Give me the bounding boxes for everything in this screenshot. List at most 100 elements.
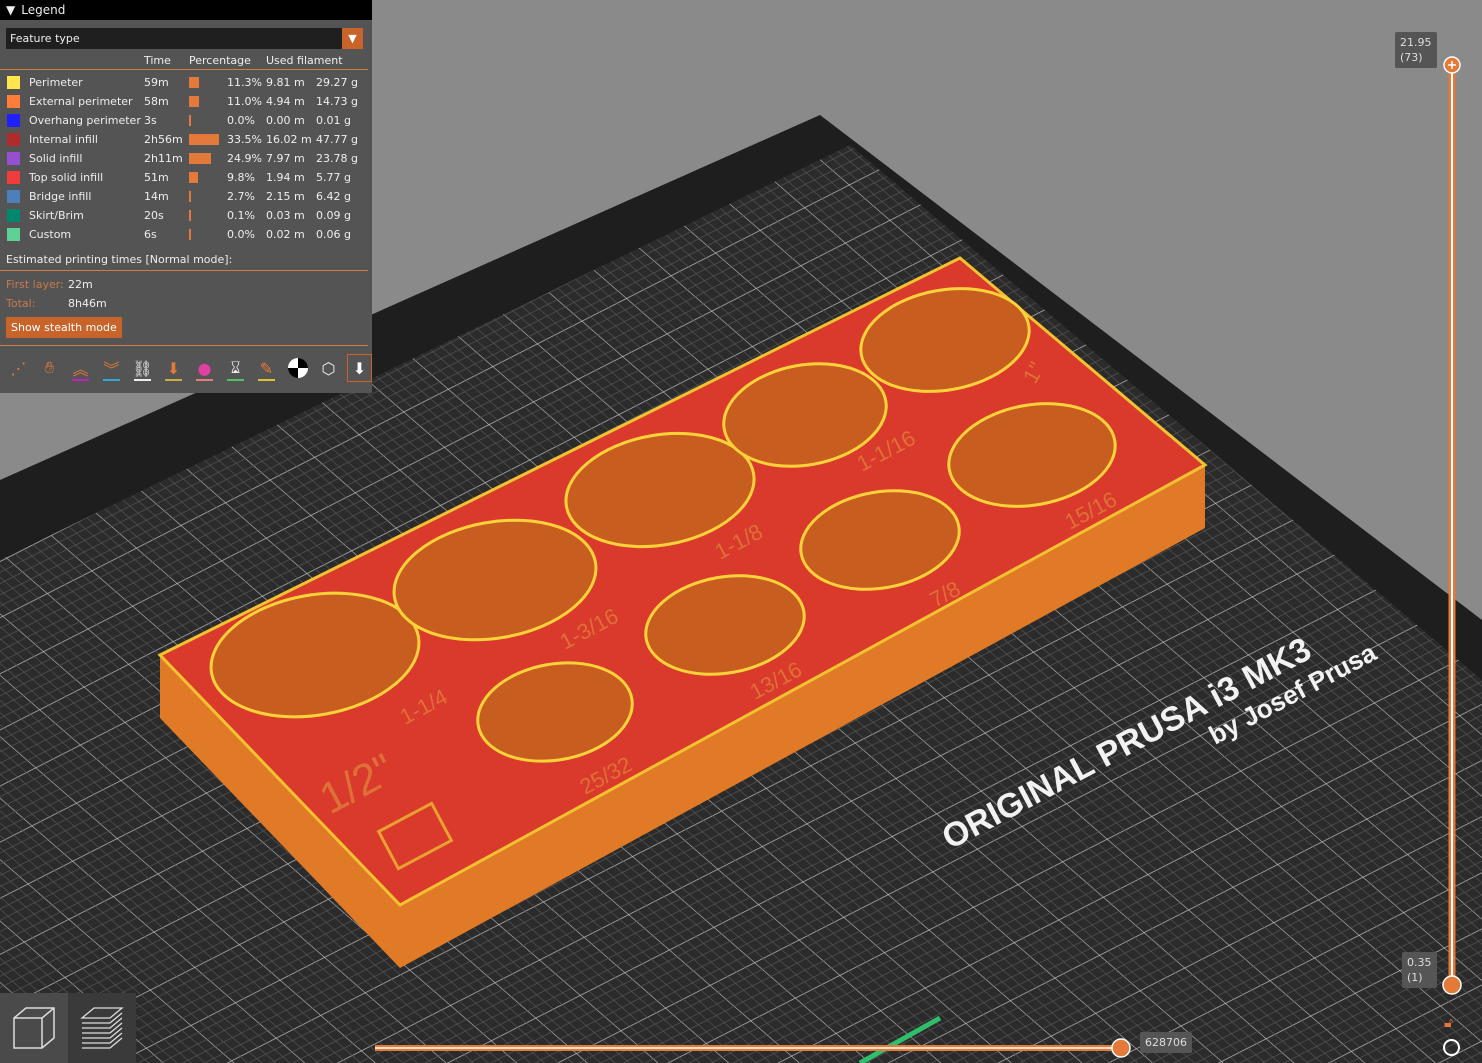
feature-length: 0.02 m: [266, 228, 305, 241]
top-height: 21.95: [1400, 36, 1432, 49]
feature-time: 6s: [144, 228, 157, 241]
total-label: Total:: [6, 297, 36, 310]
feature-percentage: 0.1%: [227, 209, 255, 222]
legend-title: Legend: [21, 3, 66, 17]
feature-name: Top solid infill: [29, 171, 104, 184]
color-swatch: [7, 209, 20, 222]
feature-time: 58m: [144, 95, 169, 108]
feature-weight: 29.27 g: [316, 76, 358, 89]
feature-length: 9.81 m: [266, 76, 305, 89]
top-layer-number: (73): [1400, 51, 1423, 64]
view-3d-button[interactable]: [0, 993, 68, 1063]
color-swatch: [7, 133, 20, 146]
feature-weight: 47.77 g: [316, 133, 358, 146]
first-layer-time: 22m: [68, 278, 93, 291]
tool-marker-icon[interactable]: ⬇︎: [347, 354, 372, 382]
color-swatch: [7, 152, 20, 165]
legend-header[interactable]: ▼ Legend: [0, 0, 372, 20]
legend-row[interactable]: Top solid infill 51m 9.8% 1.94 m 5.77 g: [0, 169, 372, 188]
seams-icon[interactable]: ⛓︎: [130, 354, 155, 382]
first-layer-label: First layer:: [6, 278, 64, 291]
bottom-layer-label: 0.35 (1): [1402, 952, 1437, 988]
feature-weight: 0.01 g: [316, 114, 351, 127]
bottom-layer-number: (1): [1407, 971, 1423, 984]
view-preview-button[interactable]: [68, 993, 136, 1063]
feature-weight: 14.73 g: [316, 95, 358, 108]
legend-row[interactable]: Internal infill 2h56m 33.5% 16.02 m 47.7…: [0, 131, 372, 150]
feature-name: Internal infill: [29, 133, 98, 146]
color-swatch: [7, 190, 20, 203]
retractions-icon[interactable]: ︽: [68, 354, 93, 382]
color-swatch: [7, 76, 20, 89]
cube-icon: [13, 1007, 55, 1049]
percentage-bar: [189, 172, 198, 183]
pause-prints-icon[interactable]: ⌛︎: [223, 354, 248, 382]
feature-time: 14m: [144, 190, 169, 203]
tool-changes-icon[interactable]: ⬇︎: [161, 354, 186, 382]
legend-row[interactable]: Skirt/Brim 20s 0.1% 0.03 m 0.09 g: [0, 207, 372, 226]
settings-cog-icon[interactable]: [1443, 1039, 1460, 1056]
legend-row[interactable]: Perimeter 59m 11.3% 9.81 m 29.27 g: [0, 74, 372, 93]
feature-time: 2h11m: [144, 152, 183, 165]
col-used-filament: Used filament: [266, 54, 343, 67]
legend-row[interactable]: Solid infill 2h11m 24.9% 7.97 m 23.78 g: [0, 150, 372, 169]
layer-slider-bottom-thumb[interactable]: [1442, 975, 1462, 995]
color-swatch: [7, 228, 20, 241]
move-slider-thumb[interactable]: [1111, 1038, 1131, 1058]
legend-columns: Time Percentage Used filament: [0, 54, 368, 70]
wipe-icon[interactable]: ✋︎: [37, 354, 62, 382]
feature-percentage: 11.3%: [227, 76, 262, 89]
feature-weight: 23.78 g: [316, 152, 358, 165]
feature-weight: 0.06 g: [316, 228, 351, 241]
feature-percentage: 0.0%: [227, 228, 255, 241]
feature-weight: 5.77 g: [316, 171, 351, 184]
collapse-triangle-icon: ▼: [6, 3, 16, 17]
color-changes-icon[interactable]: ●: [192, 354, 217, 382]
legend-row[interactable]: Custom 6s 0.0% 0.02 m 0.06 g: [0, 226, 372, 245]
layers-icon: [80, 1007, 124, 1049]
percentage-bar: [189, 210, 191, 221]
percentage-bar: [189, 96, 199, 107]
percentage-bar: [189, 115, 191, 126]
feature-percentage: 2.7%: [227, 190, 255, 203]
legend-row[interactable]: Overhang perimeter 3s 0.0% 0.00 m 0.01 g: [0, 112, 372, 131]
color-swatch: [7, 171, 20, 184]
feature-length: 7.97 m: [266, 152, 305, 165]
feature-name: Perimeter: [29, 76, 83, 89]
move-value-label: 628706: [1140, 1032, 1192, 1053]
travel-icon[interactable]: ⋰: [6, 354, 31, 382]
percentage-bar: [189, 191, 192, 202]
view-type-combo[interactable]: Feature type ▼: [6, 28, 363, 49]
feature-time: 59m: [144, 76, 169, 89]
shells-icon[interactable]: ⬡: [316, 354, 341, 382]
feature-name: Bridge infill: [29, 190, 92, 203]
feature-percentage: 33.5%: [227, 133, 262, 146]
custom-gcodes-icon[interactable]: ✎: [254, 354, 279, 382]
feature-name: Overhang perimeter: [29, 114, 141, 127]
feature-weight: 0.09 g: [316, 209, 351, 222]
feature-length: 4.94 m: [266, 95, 305, 108]
feature-length: 0.00 m: [266, 114, 305, 127]
legend-row[interactable]: External perimeter 58m 11.0% 4.94 m 14.7…: [0, 93, 372, 112]
feature-time: 51m: [144, 171, 169, 184]
feature-time: 2h56m: [144, 133, 183, 146]
options-toolbar: ⋰ ✋︎ ︽ ︾ ⛓︎ ⬇︎ ● ⌛︎ ✎ ⬡ ⬇︎: [6, 354, 372, 382]
feature-name: External perimeter: [29, 95, 133, 108]
top-layer-label: 21.95 (73): [1395, 32, 1437, 68]
feature-name: Solid infill: [29, 152, 83, 165]
bottom-height: 0.35: [1407, 956, 1432, 969]
feature-name: Skirt/Brim: [29, 209, 84, 222]
estimated-times-label: Estimated printing times [Normal mode]:: [6, 253, 233, 266]
percentage-bar: [189, 134, 219, 145]
col-percentage: Percentage: [189, 54, 251, 67]
deretractions-icon[interactable]: ︾: [99, 354, 124, 382]
feature-time: 20s: [144, 209, 164, 222]
show-stealth-mode-button[interactable]: Show stealth mode: [6, 317, 122, 338]
center-of-gravity-icon[interactable]: [285, 354, 310, 382]
percentage-bar: [189, 153, 212, 164]
total-time: 8h46m: [68, 297, 107, 310]
feature-percentage: 24.9%: [227, 152, 262, 165]
legend-row[interactable]: Bridge infill 14m 2.7% 2.15 m 6.42 g: [0, 188, 372, 207]
view-type-value: Feature type: [10, 32, 80, 45]
unlock-icon[interactable]: 🔓︎: [1444, 1015, 1459, 1031]
